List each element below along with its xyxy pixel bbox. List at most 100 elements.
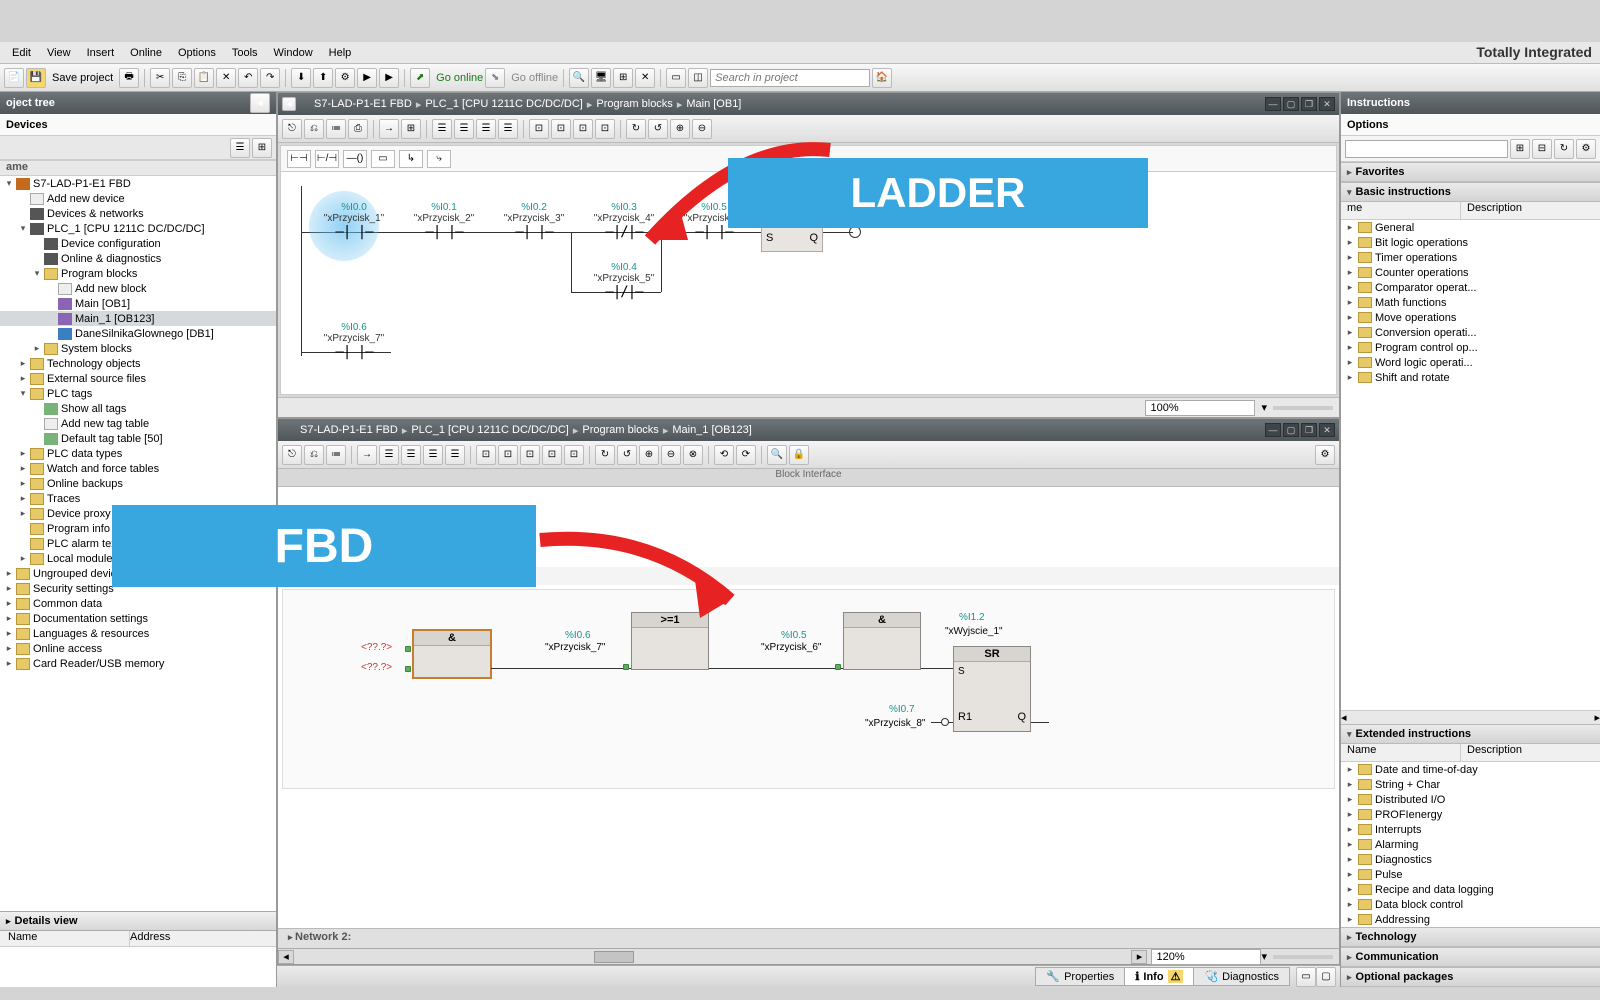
et-btn[interactable]: ⊡ — [595, 119, 615, 139]
no-contact-icon[interactable]: ⊢⊣ — [287, 150, 311, 168]
footer-min-icon[interactable]: ▭ — [1296, 967, 1316, 987]
tree-view-icon[interactable]: ☰ — [230, 138, 250, 158]
instruction-item[interactable]: ▸Date and time-of-day — [1341, 762, 1600, 777]
basic-instructions-list[interactable]: ▸General▸Bit logic operations▸Timer oper… — [1341, 220, 1600, 385]
print-icon[interactable]: 🖶 — [119, 68, 139, 88]
communication-header[interactable]: ▸Communication — [1341, 947, 1600, 967]
ladder-contact[interactable]: %I0.6"xPrzycisk_7"―| |― — [319, 322, 389, 360]
maximize-icon[interactable]: ▢ — [1283, 97, 1299, 111]
eb-btn[interactable]: ⟳ — [736, 445, 756, 465]
eb-btn[interactable]: ⎋ — [282, 445, 302, 465]
instruction-item[interactable]: ▸Interrupts — [1341, 822, 1600, 837]
restore-icon[interactable]: ❐ — [1301, 423, 1317, 437]
close-conn-icon[interactable]: ✕ — [635, 68, 655, 88]
et-btn[interactable]: ⊕ — [670, 119, 690, 139]
eb-btn[interactable]: ↺ — [617, 445, 637, 465]
et-btn[interactable]: ⊡ — [529, 119, 549, 139]
simulate-icon[interactable]: ▶ — [357, 68, 377, 88]
instruction-item[interactable]: ▸Timer operations — [1341, 250, 1600, 265]
ladder-contact[interactable]: %I0.2"xPrzycisk_3"―| |― — [499, 202, 569, 240]
basic-instructions-header[interactable]: ▾Basic instructions — [1341, 182, 1600, 202]
nav-back-icon[interactable]: ◂ — [282, 97, 296, 111]
delete-icon[interactable]: ✕ — [216, 68, 236, 88]
instruction-item[interactable]: ▸Recipe and data logging — [1341, 882, 1600, 897]
eb-btn[interactable]: ⟲ — [714, 445, 734, 465]
eb-btn[interactable]: 🔍 — [767, 445, 787, 465]
zoom-dropdown-icon[interactable]: ▾ — [1261, 401, 1267, 414]
tree-item[interactable]: ▸Online access — [0, 641, 276, 656]
menu-online[interactable]: Online — [122, 45, 170, 61]
tree-item[interactable]: ▸PLC data types — [0, 446, 276, 461]
eb-btn[interactable]: ⊡ — [476, 445, 496, 465]
eb-btn[interactable]: ⊖ — [661, 445, 681, 465]
eb-btn[interactable]: ⊕ — [639, 445, 659, 465]
instruction-item[interactable]: ▸Shift and rotate — [1341, 370, 1600, 385]
paste-icon[interactable]: 📋 — [194, 68, 214, 88]
fbd-in1[interactable]: <??.?> — [361, 642, 392, 653]
instruction-item[interactable]: ▸String + Char — [1341, 777, 1600, 792]
go-offline-icon[interactable]: ⬊ — [485, 68, 505, 88]
tree-item[interactable]: Online & diagnostics — [0, 251, 276, 266]
split-v-icon[interactable]: ◫ — [688, 68, 708, 88]
instruction-item[interactable]: ▸Pulse — [1341, 867, 1600, 882]
tree-detail-icon[interactable]: ⊞ — [252, 138, 272, 158]
eb-btn[interactable]: ☰ — [445, 445, 465, 465]
collapse-icon[interactable]: ◂ — [250, 93, 270, 113]
nc-contact-icon[interactable]: ⊢/⊣ — [315, 150, 339, 168]
instruction-item[interactable]: ▸Distributed I/O — [1341, 792, 1600, 807]
eb-btn[interactable]: ⊡ — [564, 445, 584, 465]
et-btn[interactable]: ≔ — [326, 119, 346, 139]
eb-btn[interactable]: ≔ — [326, 445, 346, 465]
eb-btn[interactable]: ↻ — [595, 445, 615, 465]
go-online-button[interactable]: Go online — [436, 72, 483, 84]
et-btn[interactable]: ⎙ — [348, 119, 368, 139]
et-btn[interactable]: ⊞ — [401, 119, 421, 139]
copy-icon[interactable]: ⎘ — [172, 68, 192, 88]
optional-packages-header[interactable]: ▸Optional packages — [1341, 967, 1600, 987]
opt-icon[interactable]: ⊟ — [1532, 139, 1552, 159]
tree-item[interactable]: ▸Documentation settings — [0, 611, 276, 626]
scroll-left-icon[interactable]: ◂ — [278, 950, 294, 964]
instruction-item[interactable]: ▸Move operations — [1341, 310, 1600, 325]
eb-btn[interactable]: ⊡ — [542, 445, 562, 465]
instruction-item[interactable]: ▸Addressing — [1341, 912, 1600, 927]
editor-bot-hscroll[interactable]: ◂ ▸ ▾ — [278, 948, 1339, 964]
fbd-canvas[interactable]: & <??.?> <??.?> >=1 %I0.6 "xPrzycisk_7" — [282, 589, 1335, 789]
menu-view[interactable]: View — [39, 45, 79, 61]
zoom-slider[interactable] — [1273, 406, 1333, 410]
instruction-item[interactable]: ▸Conversion operati... — [1341, 325, 1600, 340]
new-project-icon[interactable]: 📄 — [4, 68, 24, 88]
open-branch-icon[interactable]: ⤷ — [427, 150, 451, 168]
menu-help[interactable]: Help — [321, 45, 360, 61]
opt-icon[interactable]: ⊞ — [1510, 139, 1530, 159]
compile-icon[interactable]: ⚙ — [335, 68, 355, 88]
search-input[interactable] — [710, 69, 870, 87]
et-btn[interactable]: ⊡ — [573, 119, 593, 139]
menu-options[interactable]: Options — [170, 45, 224, 61]
hmi-icon[interactable]: 🖥 — [591, 68, 611, 88]
zoom-dropdown-icon[interactable]: ▾ — [1261, 950, 1267, 963]
tab-diagnostics[interactable]: 🩺Diagnostics — [1193, 967, 1290, 986]
tree-item[interactable]: DaneSilnikaGlownego [DB1] — [0, 326, 276, 341]
menu-insert[interactable]: Insert — [79, 45, 123, 61]
tree-item[interactable]: ▾PLC tags — [0, 386, 276, 401]
eb-btn[interactable]: 🔒 — [789, 445, 809, 465]
scroll-right-icon[interactable]: ▸ — [1594, 711, 1600, 724]
ladder-contact[interactable]: %I0.1"xPrzycisk_2"―| |― — [409, 202, 479, 240]
tab-info[interactable]: ℹInfo⚠ — [1124, 967, 1194, 986]
tree-item[interactable]: Default tag table [50] — [0, 431, 276, 446]
tree-item[interactable]: ▸Card Reader/USB memory — [0, 656, 276, 671]
zoom-slider[interactable] — [1273, 955, 1333, 959]
fbd-and2[interactable]: & — [843, 612, 921, 670]
instruction-item[interactable]: ▸Program control op... — [1341, 340, 1600, 355]
redo-icon[interactable]: ↷ — [260, 68, 280, 88]
tree-item[interactable]: ▸Technology objects — [0, 356, 276, 371]
basic-hscroll[interactable]: ◂ ▸ — [1341, 710, 1600, 724]
et-btn[interactable]: ☰ — [476, 119, 496, 139]
cross-ref-icon[interactable]: ⊞ — [613, 68, 633, 88]
eb-btn[interactable]: ⊡ — [520, 445, 540, 465]
instruction-item[interactable]: ▸Alarming — [1341, 837, 1600, 852]
accessible-icon[interactable]: 🔍 — [569, 68, 589, 88]
branch-icon[interactable]: ↳ — [399, 150, 423, 168]
et-btn[interactable]: ☰ — [454, 119, 474, 139]
